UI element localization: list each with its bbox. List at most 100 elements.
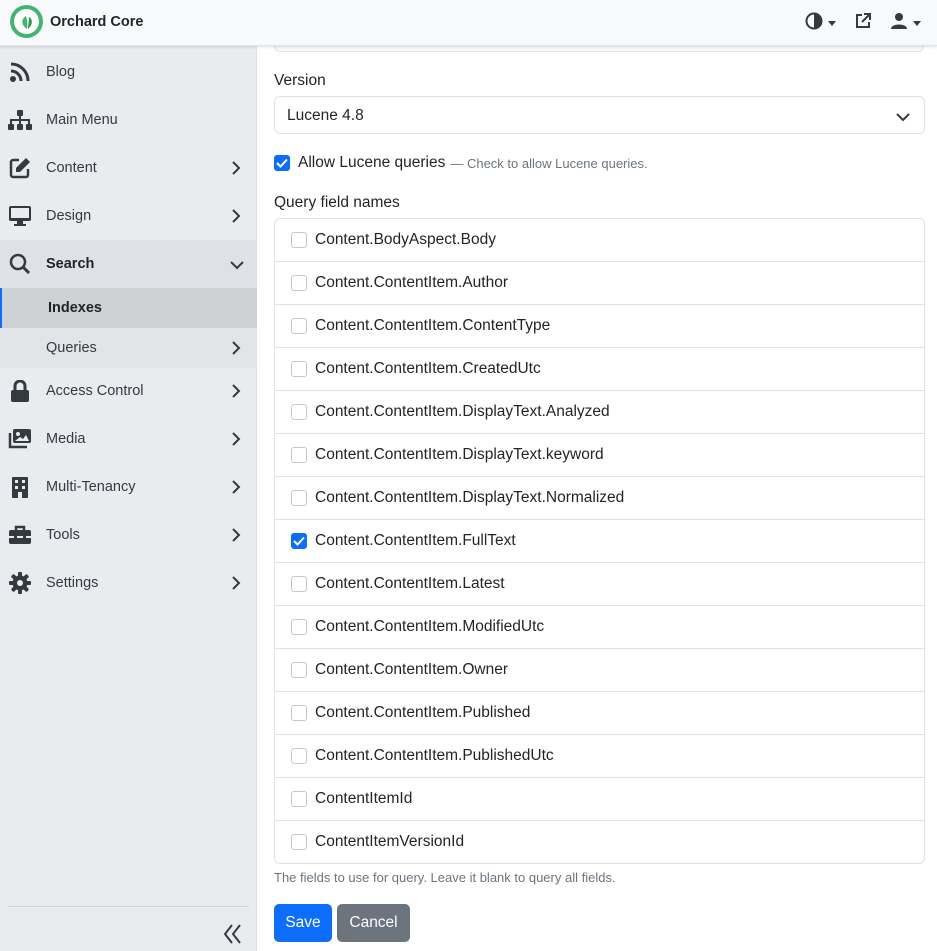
query-field-checkbox[interactable] — [291, 576, 307, 592]
chevron-down-icon — [230, 258, 244, 276]
query-field-row[interactable]: Content.ContentItem.Author — [275, 262, 924, 305]
sidebar-subitem-indexes[interactable]: Indexes — [0, 288, 257, 328]
query-field-checkbox[interactable] — [291, 404, 307, 420]
sidebar-item-multi-tenancy[interactable]: Multi-Tenancy — [0, 463, 257, 511]
query-field-list: Content.BodyAspect.Body Content.ContentIt… — [274, 218, 925, 864]
query-field-checkbox[interactable] — [291, 318, 307, 334]
main-content: Version Lucene 4.8 Allow Lucene queries … — [258, 38, 937, 951]
allow-lucene-row: Allow Lucene queries — Check to allow Lu… — [274, 154, 648, 172]
sidebar-item-label: Settings — [46, 575, 99, 591]
chevron-right-icon — [230, 161, 242, 180]
sidebar-item-label: Blog — [46, 64, 76, 80]
brand-name: Orchard Core — [50, 13, 144, 30]
allow-lucene-label: Allow Lucene queries — [298, 154, 446, 171]
sidebar-item-label: Tools — [46, 527, 80, 543]
sidebar-item-search[interactable]: Search — [0, 240, 257, 288]
building-icon — [8, 475, 32, 499]
query-field-row[interactable]: Content.ContentItem.DisplayText.Normaliz… — [275, 477, 924, 520]
sidebar-item-label: Content — [46, 160, 97, 176]
sidebar-item-label: Search — [46, 256, 95, 272]
images-icon — [8, 427, 32, 451]
query-field-row[interactable]: Content.ContentItem.FullText — [275, 520, 924, 563]
query-field-row[interactable]: Content.BodyAspect.Body — [275, 219, 924, 262]
query-field-row[interactable]: Content.ContentItem.Owner — [275, 649, 924, 692]
query-field-label: Content.ContentItem.Author — [315, 274, 509, 291]
sidebar-item-blog[interactable]: Blog — [0, 48, 257, 96]
sidebar-collapse-button[interactable] — [222, 922, 244, 951]
query-field-row[interactable]: Content.ContentItem.CreatedUtc — [275, 348, 924, 391]
user-icon — [890, 12, 908, 35]
brand[interactable]: Orchard Core — [10, 5, 143, 38]
sidebar-subitem-queries[interactable]: Queries — [0, 328, 257, 368]
sidebar-item-settings[interactable]: Settings — [0, 559, 257, 607]
chevron-down-icon — [828, 21, 836, 26]
allow-lucene-hint: — Check to allow Lucene queries. — [450, 155, 648, 171]
sidebar-item-media[interactable]: Media — [0, 415, 257, 463]
query-field-checkbox[interactable] — [291, 490, 307, 506]
query-field-row[interactable]: Content.ContentItem.Published — [275, 692, 924, 735]
toolbox-icon — [8, 523, 32, 547]
query-field-checkbox[interactable] — [291, 447, 307, 463]
query-field-row[interactable]: Content.ContentItem.DisplayText.keyword — [275, 434, 924, 477]
query-field-label: Content.ContentItem.Latest — [315, 575, 505, 592]
query-field-checkbox[interactable] — [291, 275, 307, 291]
lock-icon — [8, 379, 32, 403]
chevron-right-icon — [230, 480, 242, 499]
query-field-label: Content.ContentItem.PublishedUtc — [315, 747, 554, 764]
query-field-label: Content.ContentItem.DisplayText.Analyzed — [315, 403, 610, 420]
theme-toggle-button[interactable] — [805, 12, 836, 35]
desktop-icon — [8, 204, 32, 228]
sidebar-item-main-menu[interactable]: Main Menu — [0, 96, 257, 144]
sidebar-item-label: Access Control — [46, 383, 144, 399]
query-field-label: Content.ContentItem.DisplayText.keyword — [315, 446, 604, 463]
query-field-label: Content.ContentItem.ModifiedUtc — [315, 618, 545, 635]
query-field-label: Content.ContentItem.ContentType — [315, 317, 551, 334]
query-field-checkbox[interactable] — [291, 361, 307, 377]
sidebar-item-label: Design — [46, 208, 92, 224]
query-field-label: Content.ContentItem.FullText — [315, 532, 516, 549]
query-field-checkbox[interactable] — [291, 232, 307, 248]
double-chevron-left-icon — [222, 924, 244, 950]
sidebar-item-label: Queries — [46, 340, 97, 356]
query-field-checkbox[interactable] — [291, 791, 307, 807]
query-field-label: Content.ContentItem.CreatedUtc — [315, 360, 541, 377]
sidebar-item-label: Media — [46, 431, 86, 447]
query-field-checkbox[interactable] — [291, 748, 307, 764]
save-button[interactable]: Save — [274, 904, 332, 942]
allow-lucene-checkbox[interactable] — [274, 155, 290, 171]
query-field-row[interactable]: Content.ContentItem.ModifiedUtc — [275, 606, 924, 649]
query-field-checkbox[interactable] — [291, 705, 307, 721]
sitemap-icon — [8, 108, 32, 132]
sidebar-item-design[interactable]: Design — [0, 192, 257, 240]
external-link-icon — [854, 12, 872, 35]
query-field-label: ContentItemId — [315, 790, 413, 807]
query-field-checkbox[interactable] — [291, 619, 307, 635]
chevron-right-icon — [230, 341, 242, 360]
query-fields-hint: The fields to use for query. Leave it bl… — [274, 870, 616, 885]
query-field-row[interactable]: ContentItemId — [275, 778, 924, 821]
query-field-checkbox[interactable] — [291, 834, 307, 850]
chevron-down-icon — [913, 21, 921, 26]
query-field-row[interactable]: Content.ContentItem.ContentType — [275, 305, 924, 348]
query-field-row[interactable]: Content.ContentItem.DisplayText.Analyzed — [275, 391, 924, 434]
chevron-right-icon — [230, 576, 242, 595]
query-field-names-label: Query field names — [274, 194, 400, 211]
query-field-label: Content.ContentItem.Owner — [315, 661, 508, 678]
sidebar-item-label: Indexes — [48, 300, 102, 316]
sidebar-item-content[interactable]: Content — [0, 144, 257, 192]
query-field-row[interactable]: Content.ContentItem.PublishedUtc — [275, 735, 924, 778]
sidebar-item-access-control[interactable]: Access Control — [0, 367, 257, 415]
query-field-row[interactable]: ContentItemVersionId — [275, 821, 924, 863]
query-field-label: Content.ContentItem.Published — [315, 704, 531, 721]
query-field-label: Content.BodyAspect.Body — [315, 231, 496, 248]
query-field-checkbox[interactable] — [291, 533, 307, 549]
cancel-button[interactable]: Cancel — [337, 904, 410, 942]
visit-site-button[interactable] — [854, 12, 872, 35]
sidebar-item-tools[interactable]: Tools — [0, 511, 257, 559]
user-menu-button[interactable] — [890, 12, 921, 35]
version-select[interactable]: Lucene 4.8 — [274, 96, 925, 134]
edit-icon — [8, 156, 32, 180]
query-field-checkbox[interactable] — [291, 662, 307, 678]
query-field-row[interactable]: Content.ContentItem.Latest — [275, 563, 924, 606]
sidebar: Blog Main Menu Content Design Search Ind… — [0, 46, 257, 951]
